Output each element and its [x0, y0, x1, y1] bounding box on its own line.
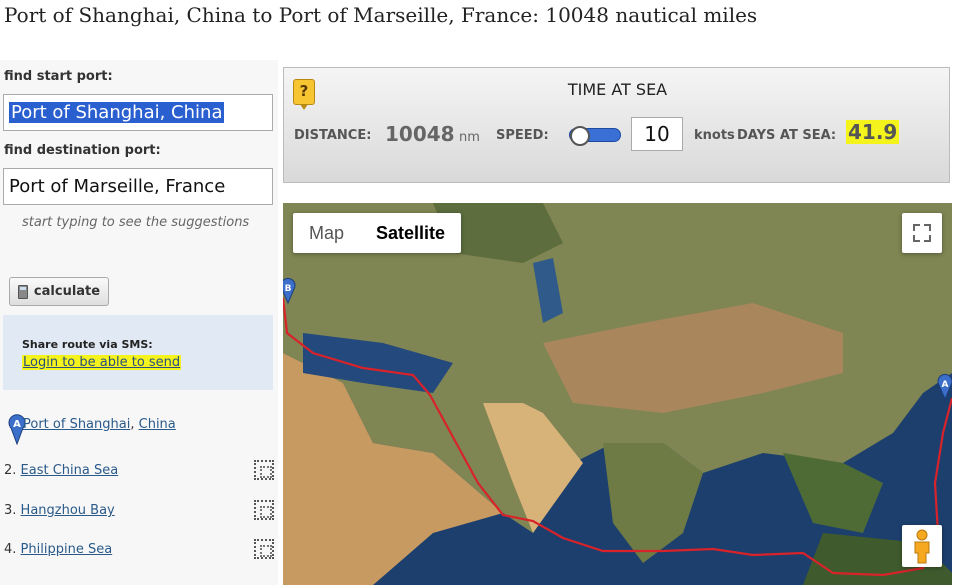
step-icon[interactable] — [254, 539, 274, 559]
start-port-value: Port of Shanghai, China — [9, 102, 225, 123]
speed-input[interactable]: 10 — [631, 117, 683, 151]
step-number: 2. — [4, 463, 17, 478]
start-country-link[interactable]: China — [139, 417, 176, 432]
speed-unit: knots — [694, 128, 735, 143]
step-link[interactable]: East China Sea — [21, 463, 119, 478]
satellite-map: B A — [283, 203, 952, 585]
calculate-button[interactable]: calculate — [9, 277, 109, 306]
left-panel: find start port: Port of Shanghai, China… — [0, 60, 278, 585]
start-sep: , — [130, 417, 135, 432]
route-map[interactable]: B A Map Satellite — [283, 203, 952, 585]
step-number: 3. — [4, 503, 17, 518]
days-at-sea-label: DAYS AT SEA: — [737, 128, 837, 143]
tab-satellite[interactable]: Satellite — [360, 213, 461, 253]
sms-login-link[interactable]: Login to be able to send — [22, 355, 182, 370]
start-port-link[interactable]: Port of Shanghai — [23, 417, 130, 432]
step-icon[interactable] — [254, 460, 274, 480]
pin-a-letter: A — [13, 419, 21, 430]
step-link[interactable]: Philippine Sea — [21, 542, 113, 557]
sms-label: Share route via SMS: — [22, 338, 153, 351]
speed-slider[interactable] — [569, 126, 621, 146]
distance-unit: nm — [459, 130, 480, 145]
calculate-label: calculate — [33, 284, 101, 299]
step-icon[interactable] — [254, 500, 274, 520]
pegman-icon — [914, 529, 930, 564]
suggestion-hint: start typing to see the suggestions — [22, 215, 250, 230]
route-step: 2. East China Sea — [4, 460, 274, 485]
start-port-input[interactable]: Port of Shanghai, China — [3, 94, 273, 131]
pin-a-map-letter: A — [942, 380, 949, 390]
route-start-item: A Port of Shanghai, China — [4, 413, 274, 447]
destination-port-label: find destination port: — [4, 143, 161, 158]
fullscreen-button[interactable] — [902, 213, 942, 253]
sms-share-box: Share route via SMS: Login to be able to… — [3, 315, 273, 390]
step-number: 4. — [4, 542, 17, 557]
tab-map[interactable]: Map — [293, 213, 360, 253]
distance-value: 10048 — [385, 122, 455, 146]
speed-slider-handle[interactable] — [570, 126, 590, 146]
pin-b-letter: B — [285, 284, 292, 294]
route-step: 3. Hangzhou Bay — [4, 500, 274, 525]
map-type-control: Map Satellite — [293, 213, 462, 253]
street-view-button[interactable] — [902, 525, 942, 567]
destination-port-input[interactable]: Port of Marseille, France — [3, 168, 273, 205]
route-step: 4. Philippine Sea — [4, 539, 274, 564]
time-at-sea-panel: ? TIME AT SEA DISTANCE: 10048 nm SPEED: … — [283, 67, 950, 183]
calculator-icon — [17, 284, 28, 299]
start-port-label: find start port: — [4, 69, 113, 84]
page-title: Port of Shanghai, China to Port of Marse… — [4, 3, 758, 27]
days-at-sea-value: 41.9 — [846, 120, 900, 144]
step-link[interactable]: Hangzhou Bay — [21, 503, 115, 518]
speed-label: SPEED: — [496, 128, 549, 143]
time-at-sea-title: TIME AT SEA — [567, 80, 668, 99]
distance-label: DISTANCE: — [294, 128, 372, 143]
